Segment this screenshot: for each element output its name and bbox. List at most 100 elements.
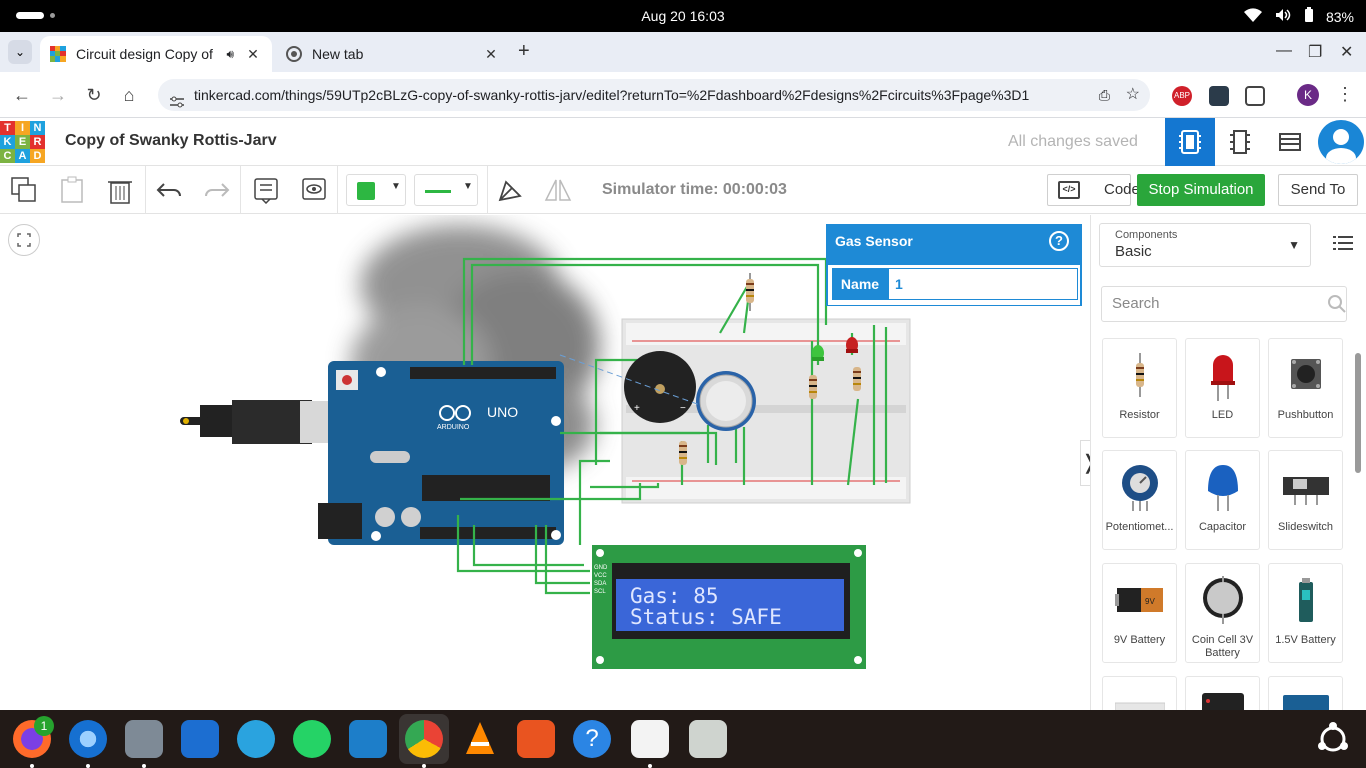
flip-icon[interactable] bbox=[544, 176, 572, 204]
toolbar-divider bbox=[337, 166, 338, 214]
new-tab-button[interactable]: + bbox=[518, 40, 530, 63]
visibility-icon[interactable] bbox=[300, 176, 328, 204]
whatsapp-icon[interactable] bbox=[293, 720, 331, 758]
install-app-icon[interactable]: ⎙ bbox=[1099, 79, 1110, 111]
system-top-bar: Aug 20 16:03 83% bbox=[0, 0, 1366, 32]
chrome-icon[interactable] bbox=[405, 720, 443, 758]
wire-color-dropdown[interactable]: ▼ bbox=[346, 174, 406, 206]
show-apps-icon[interactable] bbox=[1314, 720, 1352, 758]
address-bar[interactable]: tinkercad.com/things/59UTp2cBLzG-copy-of… bbox=[158, 79, 1150, 111]
site-info-icon[interactable] bbox=[170, 88, 184, 108]
components-panel: Components Basic ▼ Search Resistor LED P… bbox=[1090, 215, 1366, 710]
tab-close-icon[interactable]: ✕ bbox=[244, 46, 262, 63]
redo-icon[interactable] bbox=[202, 176, 230, 204]
tab-search-button[interactable]: ⌄ bbox=[8, 40, 32, 64]
component-arduino[interactable] bbox=[1268, 676, 1343, 710]
adblock-extension-icon[interactable]: ABP bbox=[1172, 86, 1192, 106]
trash-icon[interactable] bbox=[689, 720, 727, 758]
piezo-buzzer[interactable]: + − bbox=[624, 351, 696, 423]
system-tray[interactable]: 83% bbox=[1243, 7, 1354, 26]
schematic-view-button[interactable] bbox=[1215, 118, 1265, 166]
extension-icon[interactable] bbox=[1209, 86, 1229, 106]
component-microbit[interactable] bbox=[1185, 676, 1260, 710]
browser-toolbar: ← → ↻ ⌂ tinkercad.com/things/59UTp2cBLzG… bbox=[0, 72, 1366, 118]
component-label: Capacitor bbox=[1198, 521, 1247, 533]
help-icon[interactable]: ? bbox=[1049, 231, 1069, 251]
circuit-view-button[interactable] bbox=[1165, 118, 1215, 166]
components-category-dropdown[interactable]: Components Basic ▼ bbox=[1099, 223, 1311, 267]
home-icon[interactable]: ⌂ bbox=[118, 84, 140, 106]
close-window-button[interactable]: ✕ bbox=[1340, 42, 1353, 62]
resistor-green-led[interactable] bbox=[809, 375, 817, 399]
component-capacitor[interactable]: Capacitor bbox=[1185, 450, 1260, 550]
fit-view-button[interactable] bbox=[8, 224, 40, 256]
list-view-toggle-icon[interactable] bbox=[1333, 235, 1353, 251]
profile-avatar[interactable]: K bbox=[1297, 84, 1319, 106]
stop-simulation-button[interactable]: Stop Simulation bbox=[1137, 174, 1265, 206]
thunderbird-icon[interactable] bbox=[69, 720, 107, 758]
logo-letter: A bbox=[15, 149, 30, 163]
green-led[interactable] bbox=[812, 345, 824, 361]
lcd-display[interactable]: Gas: 85 Status: SAFE GND VCC SDA SCL bbox=[592, 545, 866, 669]
components-scrollbar[interactable] bbox=[1352, 335, 1364, 705]
component-led[interactable]: LED bbox=[1185, 338, 1260, 438]
back-icon[interactable]: ← bbox=[11, 84, 33, 106]
send-to-button[interactable]: Send To bbox=[1278, 174, 1358, 206]
forward-icon[interactable]: → bbox=[47, 84, 69, 106]
browser-menu-icon[interactable]: ⋮ bbox=[1336, 84, 1354, 105]
component-potentiometer[interactable]: Potentiomet... bbox=[1102, 450, 1177, 550]
design-title[interactable]: Copy of Swanky Rottis-Jarv bbox=[65, 132, 277, 150]
text-editor-icon[interactable] bbox=[631, 720, 669, 758]
writer-icon[interactable] bbox=[181, 720, 219, 758]
undo-icon[interactable] bbox=[156, 176, 184, 204]
bookmark-star-icon[interactable]: ☆ bbox=[1126, 79, 1140, 111]
files-icon[interactable] bbox=[125, 720, 163, 758]
scrollbar-thumb[interactable] bbox=[1355, 353, 1361, 473]
component-search-input[interactable]: Search bbox=[1101, 286, 1347, 322]
tab-audio-icon[interactable]: 🔊︎ bbox=[226, 47, 234, 62]
clock[interactable]: Aug 20 16:03 bbox=[0, 8, 1366, 24]
notes-icon[interactable] bbox=[252, 176, 280, 205]
tab-close-icon[interactable]: ✕ bbox=[482, 46, 500, 63]
tab-circuit-design[interactable]: Circuit design Copy of 🔊︎ ✕ bbox=[40, 36, 272, 72]
resistor-red-led[interactable] bbox=[853, 367, 861, 391]
vlc-icon[interactable] bbox=[461, 720, 499, 758]
code-icon: </> bbox=[1058, 181, 1080, 199]
telegram-icon[interactable] bbox=[237, 720, 275, 758]
component-label: Pushbutton bbox=[1277, 409, 1334, 421]
red-led[interactable] bbox=[846, 337, 858, 353]
maximize-button[interactable]: ❐ bbox=[1308, 42, 1322, 62]
component-coin-cell-battery[interactable]: Coin Cell 3V Battery bbox=[1185, 563, 1260, 663]
code-button[interactable]: </> Code bbox=[1047, 174, 1140, 206]
rotate-icon[interactable] bbox=[496, 176, 524, 204]
components-label: Components bbox=[1115, 229, 1178, 241]
battery-1-5v-icon bbox=[1299, 578, 1313, 622]
circuit-canvas[interactable]: UNO ARDUINO + − Gas: 85 Status: SAFE GND… bbox=[0, 215, 1090, 710]
user-avatar[interactable] bbox=[1318, 120, 1364, 164]
component-9v-battery[interactable]: 9V 9V Battery bbox=[1102, 563, 1177, 663]
component-resistor[interactable]: Resistor bbox=[1102, 338, 1177, 438]
paste-icon[interactable] bbox=[58, 176, 86, 204]
component-pushbutton[interactable]: Pushbutton bbox=[1268, 338, 1343, 438]
component-slideswitch[interactable]: Slideswitch bbox=[1268, 450, 1343, 550]
component-breadboard-small[interactable] bbox=[1102, 676, 1177, 710]
minimize-button[interactable]: — bbox=[1276, 42, 1292, 60]
tinkercad-logo[interactable]: T I N K E R C A D bbox=[0, 121, 46, 163]
resistor-buzzer[interactable] bbox=[679, 441, 687, 465]
vscode-icon[interactable] bbox=[349, 720, 387, 758]
arduino-uno-board[interactable]: UNO ARDUINO bbox=[318, 361, 564, 545]
extensions-puzzle-icon[interactable] bbox=[1245, 86, 1265, 106]
wire-type-preview bbox=[425, 190, 451, 193]
delete-icon[interactable] bbox=[106, 176, 134, 204]
app-center-icon[interactable] bbox=[517, 720, 555, 758]
help-icon[interactable]: ? bbox=[573, 720, 611, 758]
component-1-5v-battery[interactable]: 1.5V Battery bbox=[1268, 563, 1343, 663]
tab-new-tab[interactable]: New tab ✕ bbox=[276, 36, 510, 72]
name-input[interactable]: 1 bbox=[888, 268, 1078, 300]
coin-cell-icon bbox=[1203, 576, 1243, 624]
component-list-button[interactable] bbox=[1265, 118, 1315, 166]
wire-type-dropdown[interactable]: ▼ bbox=[414, 174, 478, 206]
copy-icon[interactable] bbox=[10, 176, 38, 204]
reload-icon[interactable]: ↻ bbox=[83, 84, 105, 106]
breadboard-icon bbox=[1115, 702, 1165, 710]
